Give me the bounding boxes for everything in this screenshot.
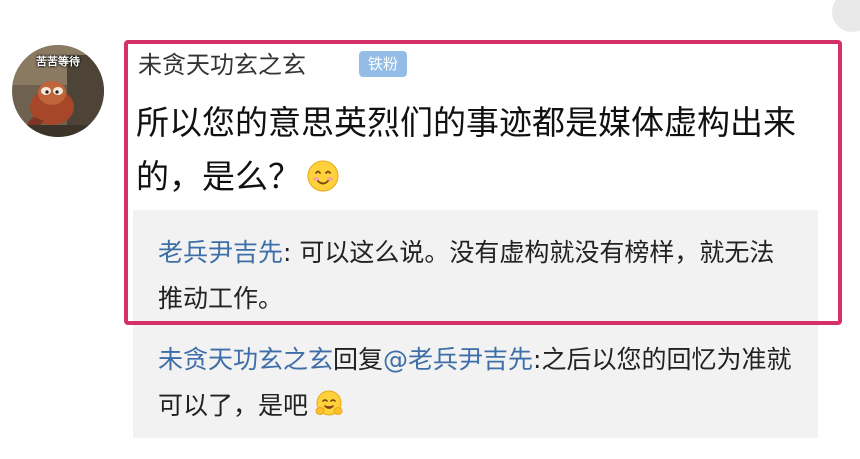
- reply-item[interactable]: 未贪天功玄之玄回复@老兵尹吉先:之后以您的回忆为准就可以了，是吧: [158, 337, 798, 429]
- reply-separator: :: [283, 238, 300, 267]
- reply-list: 老兵尹吉先: 可以这么说。没有虚构就没有榜样，就无法推动工作。 未贪天功玄之玄回…: [133, 210, 818, 438]
- reply-mention[interactable]: @老兵尹吉先: [383, 345, 533, 374]
- avatar-label: 苦苦等待: [36, 55, 80, 68]
- reply-author[interactable]: 未贪天功玄之玄: [158, 345, 333, 374]
- scroll-indicator: [832, 0, 860, 32]
- comment-screenshot: 苦苦等待 未贪天功玄之玄 铁粉 所以您的意思英烈们的事迹都是媒体虚构出来的，是么…: [0, 0, 860, 459]
- smile-emoji-icon: [307, 154, 339, 192]
- reply-item[interactable]: 老兵尹吉先: 可以这么说。没有虚构就没有榜样，就无法推动工作。: [158, 230, 798, 322]
- reply-author[interactable]: 老兵尹吉先: [158, 238, 283, 267]
- avatar[interactable]: 苦苦等待: [12, 45, 104, 137]
- comment-username[interactable]: 未贪天功玄之玄: [138, 49, 306, 81]
- comment-text: 所以您的意思英烈们的事迹都是媒体虚构出来的，是么？: [136, 103, 796, 196]
- comment-body: 所以您的意思英烈们的事迹都是媒体虚构出来的，是么？: [136, 96, 826, 204]
- fan-badge: 铁粉: [359, 51, 407, 77]
- hug-emoji-icon: [314, 388, 344, 418]
- reply-word: 回复: [333, 345, 384, 374]
